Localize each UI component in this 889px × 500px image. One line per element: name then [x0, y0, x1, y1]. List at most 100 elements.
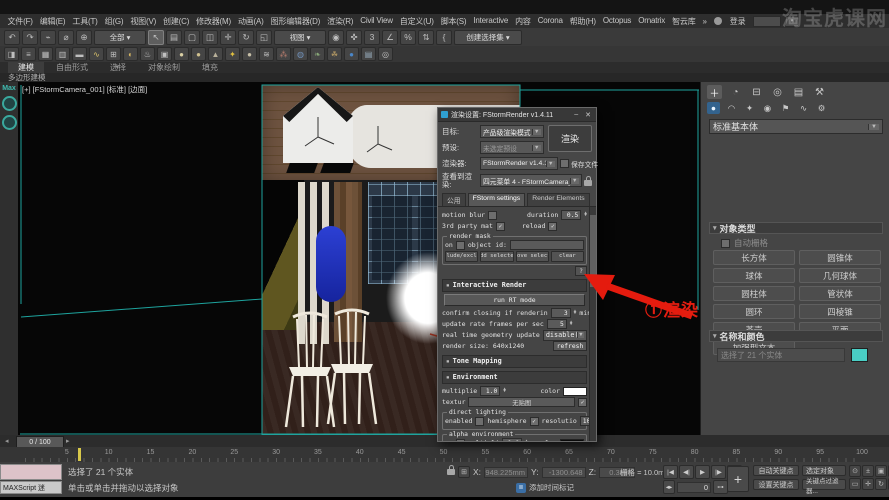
dialog-tab-1[interactable]: FStorm settings	[467, 192, 526, 206]
dialog-tab-2[interactable]: Render Elements	[527, 192, 590, 206]
shapes-category-icon[interactable]: ◠	[725, 102, 738, 114]
primitive-button-2[interactable]: 球体	[713, 268, 795, 283]
menu-item-14[interactable]: 内容	[512, 16, 535, 27]
zoom-icon[interactable]: ±	[862, 465, 874, 477]
object-id-field[interactable]	[509, 240, 584, 251]
rectangular-selection-icon[interactable]: ▢	[184, 29, 200, 45]
paw-icon[interactable]: ☘	[327, 47, 342, 61]
play-icon[interactable]: ▶	[695, 465, 710, 479]
viewport-label[interactable]: [+] [FStormCamera_001] [标准] [边面]	[22, 84, 147, 95]
select-and-move-icon[interactable]: ✛	[220, 29, 236, 45]
motion-tab-icon[interactable]: ◎	[770, 85, 785, 99]
update-rate-field[interactable]: 5	[546, 319, 567, 330]
redo-icon[interactable]: ↷	[22, 29, 38, 45]
menu-item-15[interactable]: Corona	[534, 16, 566, 27]
cone-primitive-icon[interactable]: ▲	[208, 47, 223, 61]
menu-item-12[interactable]: 脚本(S)	[437, 16, 470, 27]
refresh-button[interactable]: refresh	[553, 341, 587, 352]
env-texture-button[interactable]: 无贴图	[468, 397, 575, 408]
previous-frame-icon[interactable]: ◀|	[679, 465, 694, 479]
bind-to-space-warp-icon[interactable]: ⊕	[76, 29, 92, 45]
time-tag-label[interactable]: 添加时间标记	[529, 482, 574, 493]
globe-icon[interactable]: ◍	[293, 47, 308, 61]
interactive-render-rollout[interactable]: ▪ Interactive Render	[442, 278, 587, 292]
menu-item-8[interactable]: 图形编辑器(D)	[267, 16, 324, 27]
geometry-category-icon[interactable]: ●	[707, 102, 720, 114]
zoom-all-icon[interactable]: ▣	[875, 465, 887, 477]
auto-key-button[interactable]: 自动关键点	[753, 465, 799, 476]
scatter-icon[interactable]: ⁂	[276, 47, 291, 61]
render-production-icon[interactable]: ●	[174, 47, 189, 61]
select-and-scale-icon[interactable]: ◱	[256, 29, 272, 45]
scene-security-icon[interactable]	[1, 96, 17, 111]
layer-manager-icon[interactable]: ▦	[38, 47, 53, 61]
lock-view-icon[interactable]	[584, 175, 592, 186]
rendered-frame-window-icon[interactable]: ▣	[157, 47, 172, 61]
time-slider-prev-icon[interactable]: ◂	[5, 437, 9, 445]
dialog-scrollbar[interactable]	[589, 206, 596, 441]
window-crossing-icon[interactable]: ◫	[202, 29, 218, 45]
preset-dropdown[interactable]: 未选定预设 ▼	[480, 141, 544, 154]
primitive-button-1[interactable]: 圆锥体	[799, 250, 881, 265]
alpha-multiplier-field[interactable]: 1.0	[502, 438, 523, 441]
modify-tab-icon[interactable]: ◔	[728, 85, 743, 99]
hierarchy-tab-icon[interactable]: ⊟	[749, 85, 764, 99]
environment-rollout[interactable]: ▪ Environment	[442, 370, 587, 384]
snap-toggle-icon[interactable]: 3	[364, 29, 380, 45]
ribbon-tab-1[interactable]: 自由形式	[46, 62, 98, 73]
lights-category-icon[interactable]: ✦	[743, 102, 756, 114]
cameras-category-icon[interactable]: ◉	[761, 102, 774, 114]
percent-snap-icon[interactable]: %	[400, 29, 416, 45]
dl-enabled-checkbox[interactable]	[475, 416, 485, 426]
ribbon-collapse-icon[interactable]: ▾	[115, 63, 119, 71]
next-frame-icon[interactable]: |▶	[711, 465, 726, 479]
scrollbar-thumb[interactable]	[590, 214, 596, 287]
mask-button-2[interactable]: remove selected	[515, 250, 549, 262]
menu-item-11[interactable]: 自定义(U)	[396, 16, 437, 27]
key-filters-button[interactable]: 关键点过滤器...	[802, 478, 846, 495]
confirm-closing-field[interactable]: 3	[550, 308, 571, 319]
mask-on-checkbox[interactable]	[455, 240, 465, 250]
select-and-rotate-icon[interactable]: ↻	[238, 29, 254, 45]
primitive-button-4[interactable]: 圆柱体	[713, 286, 795, 301]
search-input[interactable]	[752, 15, 781, 27]
primitive-button-5[interactable]: 管状体	[799, 286, 881, 301]
menu-item-17[interactable]: Octopus	[599, 16, 634, 27]
orbit-icon[interactable]: ↻	[875, 478, 887, 490]
track-bar[interactable]: 5 10 15 20 25 30 35 40 45 50 55 60 65 70 75 80 85 90 95 100	[0, 447, 889, 463]
workspace-dropdown[interactable]: ▾	[784, 15, 799, 27]
env-texture-checkbox[interactable]: ✓	[578, 397, 587, 407]
time-tag-icon[interactable]: ≣	[516, 482, 526, 493]
object-name-field[interactable]: 选择了 21 个实体	[717, 348, 845, 362]
login-button[interactable]: 登录	[726, 16, 749, 27]
duration-field[interactable]: 0.5	[561, 210, 582, 221]
env-multiplier-field[interactable]: 1.0	[480, 386, 501, 397]
object-type-rollout[interactable]: ▾ 对象类型	[709, 222, 883, 234]
go-to-start-icon[interactable]: |◀	[663, 465, 678, 479]
menu-item-13[interactable]: Interactive	[470, 16, 512, 27]
ribbon-tab-3[interactable]: 对象绘制	[138, 62, 190, 73]
tone-mapping-rollout[interactable]: ▪ Tone Mapping	[442, 354, 587, 368]
target-dropdown[interactable]: 产品级渲染模式 ▼	[480, 125, 544, 138]
primitive-button-6[interactable]: 圆环	[713, 304, 795, 319]
spinner-icon[interactable]: ▲ ▼	[570, 320, 573, 327]
menu-item-4[interactable]: 视图(V)	[127, 16, 160, 27]
helpers-category-icon[interactable]: ⚑	[779, 102, 792, 114]
set-key-button[interactable]: 设置关键点	[753, 479, 799, 490]
selection-filter-dropdown[interactable]: 全部 ▾	[94, 29, 146, 45]
close-icon[interactable]: ✕	[583, 111, 593, 119]
minimize-icon[interactable]: –	[572, 111, 580, 118]
render-button[interactable]: 渲染	[548, 125, 592, 152]
pan-icon[interactable]: ✛	[862, 478, 874, 490]
hair-strands-icon[interactable]: ≋	[259, 47, 274, 61]
spacewarps-category-icon[interactable]: ∿	[797, 102, 810, 114]
menu-item-10[interactable]: Civil View	[357, 16, 397, 27]
menu-item-5[interactable]: 创建(C)	[160, 16, 193, 27]
menu-item-9[interactable]: 渲染(R)	[324, 16, 357, 27]
material-editor-icon[interactable]: ◐	[123, 47, 138, 61]
camera-viewport[interactable]: [+] [FStormCamera_001] [标准] [边面]	[18, 82, 700, 435]
steering-wheel-icon[interactable]	[1, 115, 17, 130]
ribbon-toggle-icon[interactable]: ▬	[72, 47, 87, 61]
reload-checkbox[interactable]: ✓	[548, 221, 558, 231]
renderer-dropdown[interactable]: FStormRender v1.4.11 ▼	[480, 157, 558, 170]
